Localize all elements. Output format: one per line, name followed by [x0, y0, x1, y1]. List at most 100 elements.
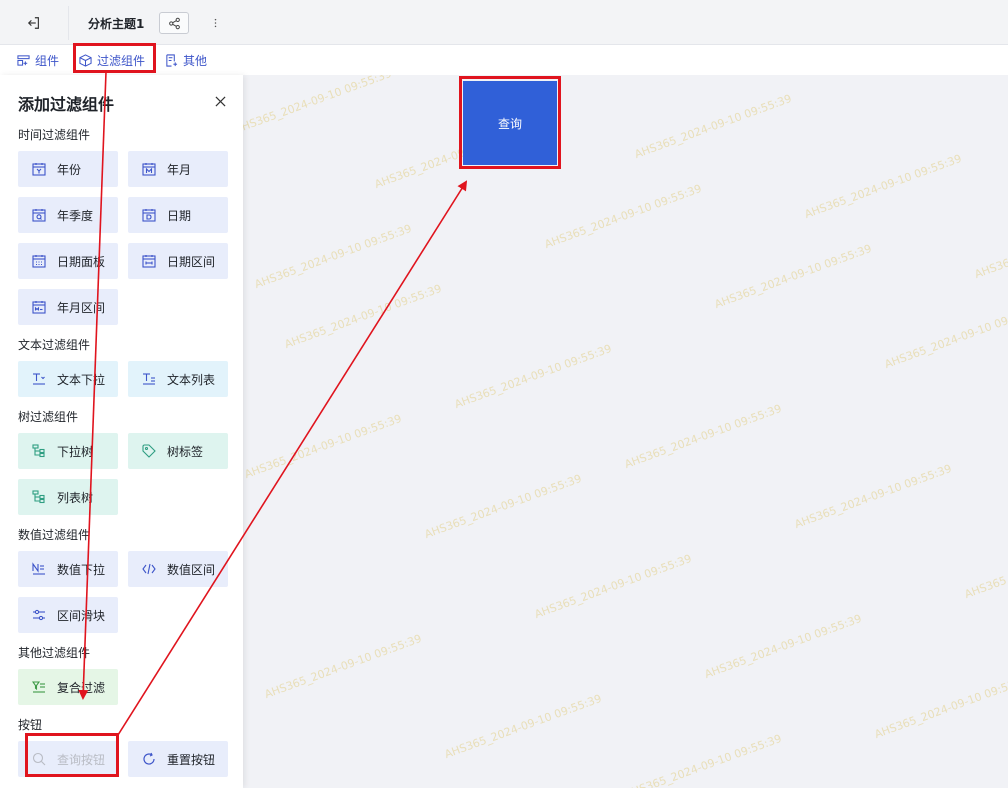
- filter-range-slider-label: 区间滑块: [57, 608, 106, 623]
- close-icon: [214, 95, 226, 107]
- tag-icon: [142, 444, 156, 458]
- text-list-icon: [143, 373, 155, 385]
- toolbar-other[interactable]: 其他: [165, 52, 207, 69]
- watermark-text: AHS365_2024-09-10 09:55:39: [622, 731, 784, 788]
- section-number-filters: 数值过滤组件: [18, 528, 91, 542]
- add-reset-button[interactable]: 重置按钮: [128, 741, 228, 777]
- filter-number-dropdown-label: 数值下拉: [57, 562, 106, 577]
- filter-year-month-range-button[interactable]: 年月区间: [18, 289, 118, 325]
- watermark-text: AHS365_2024-09-10 09:55:39: [882, 301, 1008, 372]
- tree-icon: [32, 444, 45, 458]
- watermark-text: AHS365_2024-09-10 09:55:39: [262, 631, 424, 702]
- compound-filter-icon: [32, 681, 45, 693]
- watermark-text: AHS365_2024-09-10 09:55:39: [622, 401, 784, 472]
- filter-dropdown-tree-button[interactable]: 下拉树: [18, 433, 118, 469]
- watermark-text: AHS365_2024-09-10 09:55:39: [792, 461, 954, 532]
- filter-text-dropdown-label: 文本下拉: [57, 372, 106, 387]
- calendar-range-icon: [142, 255, 156, 268]
- watermark-text: AHS365_2024-09-10 09:55:39: [542, 181, 704, 252]
- header-divider: [68, 6, 69, 40]
- calendar-grid-icon: [32, 255, 46, 268]
- filter-year-month-button[interactable]: 年月: [128, 151, 228, 187]
- filter-year-quarter-label: 年季度: [57, 208, 94, 223]
- toolbar-other-label: 其他: [183, 54, 208, 68]
- share-icon: [168, 17, 180, 29]
- filter-compound-label: 复合过滤: [57, 680, 106, 695]
- filter-number-range-label: 数值区间: [167, 562, 216, 577]
- watermark-text: AHS365_2024-09-10 09:55:39: [452, 341, 614, 412]
- watermark-text: AHS365_2024-09-10 09:55:39: [962, 532, 1008, 602]
- watermark-text: AHS365_2024-09-10 09:55:39: [802, 151, 964, 222]
- watermark-text: AHS365_2024-09-10 09:55:39: [282, 281, 444, 352]
- add-filter-panel: 添加过滤组件 时间过滤组件 年份 年月 年季度 日期 日期面板 日期区间 年月区…: [0, 75, 243, 788]
- watermark-text: AHS365_2024-09-10 09:55:39: [242, 411, 404, 482]
- add-reset-button-label: 重置按钮: [167, 752, 216, 767]
- panel-title: 添加过滤组件: [18, 95, 115, 114]
- filter-year-month-range-label: 年月区间: [57, 300, 106, 315]
- filter-date-button[interactable]: 日期: [128, 197, 228, 233]
- toolbar-filter-components[interactable]: 过滤组件: [79, 52, 145, 69]
- add-query-button[interactable]: 查询按钮: [18, 741, 118, 777]
- calendar-d-icon: [142, 209, 156, 222]
- filter-tree-tag-button[interactable]: 树标签: [128, 433, 228, 469]
- filter-dropdown-tree-label: 下拉树: [57, 444, 94, 459]
- filter-number-range-button[interactable]: 数值区间: [128, 551, 228, 587]
- watermark-text: AHS365_2024-09-10 09:55:39: [422, 471, 584, 542]
- section-buttons: 按钮: [18, 718, 43, 732]
- add-query-button-label: 查询按钮: [57, 752, 106, 767]
- share-button[interactable]: [159, 12, 189, 34]
- watermark-text: AHS365_2024-09-10 09:55:39: [532, 551, 694, 622]
- slider-icon: [33, 609, 45, 621]
- section-other-filters: 其他过滤组件: [18, 646, 91, 660]
- filter-number-dropdown-button[interactable]: 数值下拉: [18, 551, 118, 587]
- watermark-text: AHS365_2024-09-10 09:55:39: [632, 91, 794, 162]
- list-tree-icon: [32, 490, 45, 504]
- toolbar-components-label: 组件: [35, 54, 60, 68]
- filter-year-label: 年份: [57, 162, 82, 177]
- text-dropdown-icon: [33, 373, 45, 385]
- more-vertical-icon: [214, 18, 216, 28]
- filter-compound-button[interactable]: 复合过滤: [18, 669, 118, 705]
- filter-year-button[interactable]: 年份: [18, 151, 118, 187]
- section-time-filters: 时间过滤组件: [18, 128, 91, 142]
- filter-tree-tag-label: 树标签: [167, 444, 204, 459]
- component-icon: [17, 55, 30, 66]
- filter-range-slider-button[interactable]: 区间滑块: [18, 597, 118, 633]
- filter-date-panel-button[interactable]: 日期面板: [18, 243, 118, 279]
- filter-year-month-label: 年月: [167, 162, 192, 177]
- watermark-text: AHS365_2024-09-10 09:55:39: [442, 691, 604, 762]
- refresh-icon: [143, 752, 155, 765]
- close-panel-button[interactable]: [212, 93, 228, 109]
- canvas-query-widget-label: 查询: [497, 116, 522, 131]
- exit-icon[interactable]: [22, 12, 46, 34]
- filter-date-range-label: 日期区间: [167, 254, 216, 269]
- filter-cube-icon: [79, 54, 92, 67]
- watermark-text: AHS365_2024-09-10 09:55:39: [972, 212, 1008, 282]
- toolbar-filter-components-label: 过滤组件: [97, 54, 146, 68]
- calendar-y-icon: [32, 163, 46, 176]
- filter-text-dropdown-button[interactable]: 文本下拉: [18, 361, 118, 397]
- component-toolbar: 组件 过滤组件 其他: [0, 45, 1008, 75]
- filter-date-label: 日期: [167, 208, 192, 223]
- filter-text-list-label: 文本列表: [167, 372, 216, 387]
- calendar-q-icon: [32, 209, 46, 222]
- filter-year-quarter-button[interactable]: 年季度: [18, 197, 118, 233]
- filter-date-range-button[interactable]: 日期区间: [128, 243, 228, 279]
- canvas-query-widget[interactable]: 查询: [463, 81, 557, 165]
- page-title: 分析主题1: [88, 17, 145, 31]
- search-icon: [32, 752, 46, 766]
- watermark-text: AHS365_2024-09-10 09:55:39: [252, 221, 414, 292]
- watermark-text: AHS365_2024-09-10 09:55:39: [702, 611, 864, 682]
- more-options-button[interactable]: [208, 13, 222, 33]
- number-dropdown-icon: [32, 562, 45, 575]
- filter-list-tree-button[interactable]: 列表树: [18, 479, 118, 515]
- watermark-text: AHS365_2024-09-10 09:55:39: [712, 241, 874, 312]
- calendar-month-range-icon: [32, 301, 46, 314]
- code-brackets-icon: [142, 563, 156, 575]
- watermark-text: AHS365_2024-09-10 09:55:39: [872, 671, 1008, 742]
- other-icon: [166, 54, 178, 67]
- toolbar-components[interactable]: 组件: [17, 52, 59, 69]
- section-tree-filters: 树过滤组件: [18, 410, 79, 424]
- watermark-text: AHS365_2024-09-10 09:55:39: [232, 66, 394, 137]
- filter-text-list-button[interactable]: 文本列表: [128, 361, 228, 397]
